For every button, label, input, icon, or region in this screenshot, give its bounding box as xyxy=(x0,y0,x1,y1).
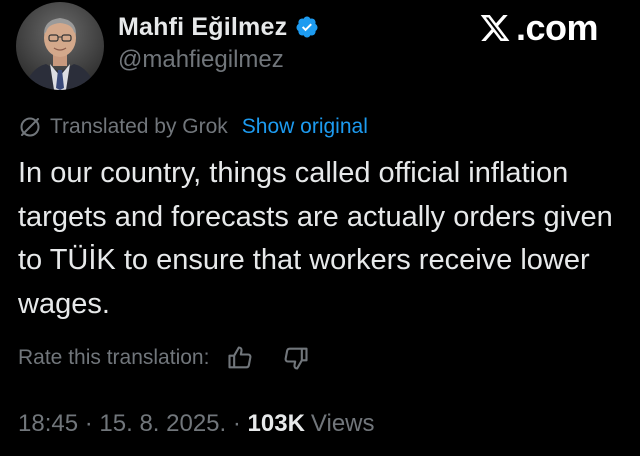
rate-translation-label: Rate this translation: xyxy=(18,346,210,369)
meta-separator: · xyxy=(232,410,241,437)
thumbs-up-button[interactable] xyxy=(223,342,257,374)
verified-badge-icon xyxy=(296,16,318,38)
post-text: In our country, things called official i… xyxy=(18,157,613,320)
post-time[interactable]: 18:45 xyxy=(18,410,78,438)
thumbs-down-icon xyxy=(284,347,308,370)
author-display-name[interactable]: Mahfi Eğilmez xyxy=(118,13,287,42)
rate-translation-row: Rate this translation: xyxy=(18,342,313,374)
post-card: Mahfi Eğilmez @mahfiegilmez .com Transla… xyxy=(0,0,640,456)
translated-by-label: Translated by Grok xyxy=(50,115,228,138)
grok-icon xyxy=(20,117,40,137)
meta-separator: · xyxy=(84,410,93,437)
translation-row: Translated by Grok Show original xyxy=(18,113,368,141)
brand-watermark: .com xyxy=(478,6,599,50)
x-logo-icon xyxy=(480,15,510,41)
thumbs-down-button[interactable] xyxy=(279,342,313,374)
author-handle[interactable]: @mahfiegilmez xyxy=(118,46,284,74)
thumbs-up-icon xyxy=(228,346,252,369)
views-count[interactable]: 103K xyxy=(248,410,305,438)
avatar[interactable] xyxy=(16,2,104,90)
avatar-image xyxy=(16,2,104,90)
post-date[interactable]: 15. 8. 2025. xyxy=(99,410,226,438)
brand-domain-text: .com xyxy=(516,7,599,48)
author-name-row: Mahfi Eğilmez xyxy=(118,10,319,44)
show-original-link[interactable]: Show original xyxy=(242,115,368,139)
post-meta: 18:45 · 15. 8. 2025. · 103K Views xyxy=(18,408,375,440)
views-label: Views xyxy=(310,410,375,437)
